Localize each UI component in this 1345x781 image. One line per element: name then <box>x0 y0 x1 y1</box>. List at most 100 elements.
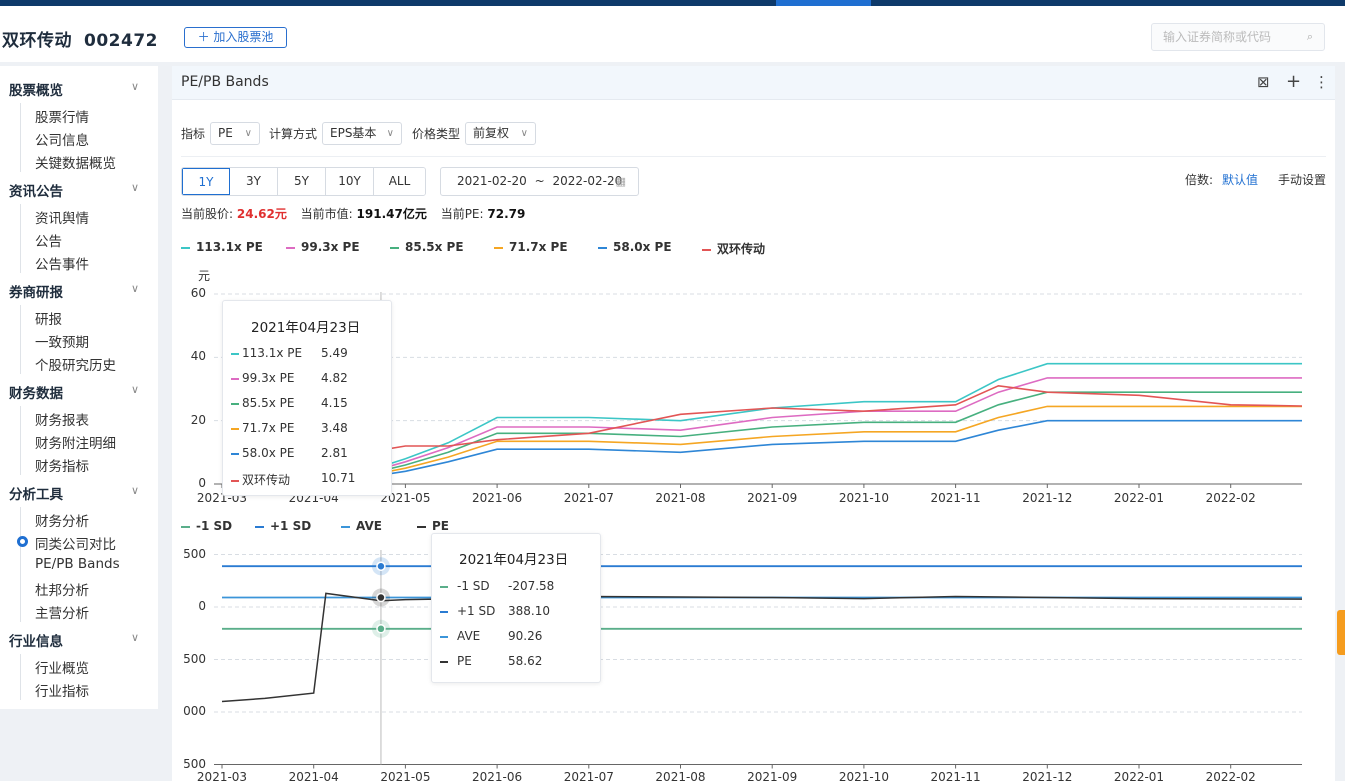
tooltip-series-name: 113.1x PE <box>242 346 303 360</box>
sidebar-section-title[interactable]: 行业信息 <box>9 630 63 650</box>
tooltip-series-name: AVE <box>457 629 481 643</box>
sidebar-item[interactable]: PE/PB Bands <box>35 556 120 572</box>
tooltip-value: 388.10 <box>508 604 550 618</box>
legend-swatch <box>390 246 399 249</box>
legend-label: 58.0x PE <box>613 240 672 254</box>
stock-name: 双环传动 <box>2 31 72 51</box>
tooltip-value: -207.58 <box>508 579 555 593</box>
sidebar-item[interactable]: 行业指标 <box>35 680 89 700</box>
tooltip-series-name: 85.5x PE <box>242 396 295 410</box>
x-tick-label: 2022-02 <box>1205 769 1256 781</box>
x-tick-label: 2021-07 <box>563 491 614 505</box>
y-tick-label: 500 <box>183 651 206 666</box>
legend-swatch <box>494 246 503 249</box>
x-tick-label: 2021-04 <box>288 769 339 781</box>
sidebar-item[interactable]: 公司信息 <box>35 129 89 149</box>
tooltip-value: 4.82 <box>321 371 348 385</box>
x-tick-label: 2021-12 <box>1022 491 1073 505</box>
series-line <box>221 592 1303 703</box>
sidebar-item[interactable]: 主营分析 <box>35 602 89 622</box>
x-tick-label: 2021-12 <box>1022 769 1073 781</box>
sidebar-item[interactable]: 财务分析 <box>35 510 89 530</box>
tooltip-swatch <box>231 452 239 455</box>
sidebar-item[interactable]: 一致预期 <box>35 331 89 351</box>
sidebar-item[interactable]: 杜邦分析 <box>35 579 89 599</box>
tooltip-row: PE <box>440 654 472 668</box>
stock-code: 002472 <box>84 31 158 51</box>
sidebar-tree-line <box>20 305 21 374</box>
hover-marker <box>376 561 386 571</box>
tooltip-row: +1 SD <box>440 604 495 618</box>
tooltip-value: 2.81 <box>321 446 348 460</box>
tooltip-series-name: -1 SD <box>457 579 490 593</box>
legend-item[interactable]: 双环传动 <box>702 240 765 257</box>
legend-item[interactable]: 99.3x PE <box>286 240 360 254</box>
legend-label: 85.5x PE <box>405 240 464 254</box>
tooltip-series-name: 99.3x PE <box>242 371 295 385</box>
tooltip-series-name: 58.0x PE <box>242 446 295 460</box>
sidebar-item[interactable]: 财务附注明细 <box>35 432 116 452</box>
sidebar-item[interactable]: 个股研究历史 <box>35 354 116 374</box>
sidebar-item[interactable]: 资讯舆情 <box>35 207 89 227</box>
tooltip-row: 58.0x PE <box>231 446 294 460</box>
sidebar-tree-line <box>20 103 21 172</box>
series-line <box>380 405 1302 474</box>
sidebar-item[interactable]: 行业概览 <box>35 657 89 677</box>
chevron-down-icon[interactable]: ∨ <box>131 282 139 295</box>
tooltip-series-name: PE <box>457 654 472 668</box>
sidebar-section-title[interactable]: 券商研报 <box>9 281 63 301</box>
sidebar-tree-line <box>20 204 21 273</box>
sidebar-section-title[interactable]: 资讯公告 <box>9 180 63 200</box>
search-icon[interactable]: ⌕ <box>1307 24 1313 50</box>
legend-item[interactable]: 85.5x PE <box>390 240 464 254</box>
legend-label: +1 SD <box>270 519 312 533</box>
legend-item[interactable]: 58.0x PE <box>598 240 672 254</box>
y-axis-unit-label: 元 <box>198 269 211 283</box>
sidebar-section-title[interactable]: 财务数据 <box>9 382 63 402</box>
legend-swatch <box>286 246 295 249</box>
pe-pb-bands-panel: PE/PB Bands ⊠ + ⋮ 指标 PE ∨ 计算方式 EPS基本 ∨ 价格类… <box>172 66 1335 781</box>
tooltip-row: 113.1x PE <box>231 346 302 360</box>
x-tick-label: 2021-05 <box>380 769 431 781</box>
tooltip-series-name: +1 SD <box>457 604 496 618</box>
legend-item[interactable]: PE <box>417 519 449 533</box>
sidebar: 股票概览 ∨ 股票行情公司信息关键数据概览资讯公告 ∨ 资讯舆情公告公告事件券商研报 ∨ 研… <box>0 66 158 709</box>
search-placeholder: 输入证券简称或代码 <box>1163 30 1272 44</box>
y-tick-label: 60 <box>190 286 206 300</box>
tooltip-swatch <box>440 660 448 663</box>
sidebar-item[interactable]: 财务报表 <box>35 409 89 429</box>
add-to-pool-button[interactable]: ＋ 加入股票池 <box>184 27 287 48</box>
hover-marker <box>376 592 386 603</box>
legend-item[interactable]: -1 SD <box>181 519 232 533</box>
sidebar-section-title[interactable]: 分析工具 <box>9 483 63 503</box>
legend-item[interactable]: AVE <box>341 519 382 533</box>
legend-item[interactable]: 113.1x PE <box>181 240 263 254</box>
sidebar-section-title[interactable]: 股票概览 <box>9 79 63 99</box>
x-tick-label: 2021-11 <box>930 491 981 505</box>
chevron-down-icon[interactable]: ∨ <box>131 383 139 396</box>
sidebar-item[interactable]: 关键数据概览 <box>35 152 116 172</box>
tooltip-value: 90.26 <box>508 629 543 643</box>
x-tick-label: 2021-09 <box>747 769 798 781</box>
sidebar-item[interactable]: 公告 <box>35 230 62 250</box>
side-feedback-tab[interactable] <box>1337 610 1345 655</box>
x-tick-label: 2021-03 <box>196 769 248 781</box>
tooltip-row: 双环传动 <box>231 471 290 488</box>
x-tick-label: 2021-07 <box>563 769 614 781</box>
sidebar-item[interactable]: 公告事件 <box>35 253 89 273</box>
tooltip-swatch <box>231 479 239 482</box>
legend-label: AVE <box>356 519 382 533</box>
sidebar-item[interactable]: 研报 <box>35 308 62 328</box>
chevron-down-icon[interactable]: ∨ <box>131 484 139 497</box>
sidebar-item[interactable]: 股票行情 <box>35 106 89 126</box>
chevron-down-icon[interactable]: ∨ <box>131 80 139 93</box>
search-input[interactable]: 输入证券简称或代码 ⌕ <box>1151 23 1325 51</box>
legend-item[interactable]: +1 SD <box>255 519 311 533</box>
sidebar-item[interactable]: 同类公司对比 <box>35 533 116 553</box>
sidebar-tree-line <box>20 507 21 622</box>
tooltip-value: 58.62 <box>508 654 543 668</box>
chevron-down-icon[interactable]: ∨ <box>131 181 139 194</box>
chevron-down-icon[interactable]: ∨ <box>131 631 139 644</box>
sidebar-item[interactable]: 财务指标 <box>35 455 89 475</box>
legend-item[interactable]: 71.7x PE <box>494 240 568 254</box>
